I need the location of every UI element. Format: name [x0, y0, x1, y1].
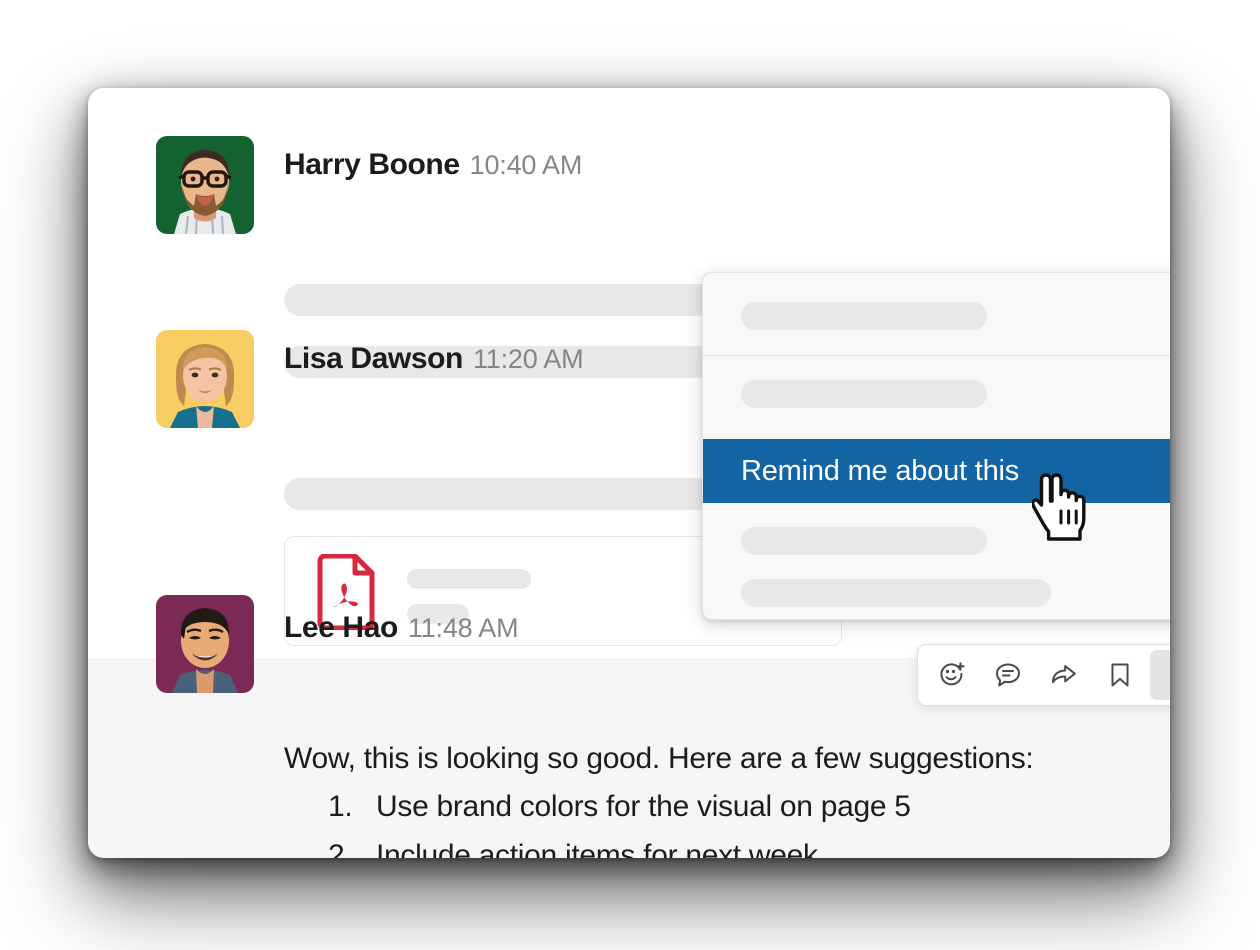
list-item: 2. Include action items for next week [284, 839, 1164, 858]
menu-item-placeholder[interactable] [703, 273, 1170, 351]
menu-skeleton-line [741, 527, 987, 555]
screenshot-stage: Harry Boone 10:40 AM Lisa Dawson 11:20 A… [0, 0, 1260, 950]
message-header-harry-boone: Harry Boone 10:40 AM [284, 148, 582, 182]
menu-skeleton-line [741, 302, 987, 330]
list-item: 1. Use brand colors for the visual on pag… [284, 790, 1164, 824]
save-bookmark-icon[interactable] [1094, 650, 1146, 700]
menu-item-label: Remind me about this [741, 454, 1020, 487]
message-card: Harry Boone 10:40 AM Lisa Dawson 11:20 A… [88, 88, 1170, 858]
message-timestamp: 10:40 AM [469, 150, 583, 180]
message-timestamp: 11:20 AM [472, 344, 584, 374]
menu-skeleton-line [741, 579, 1051, 607]
author-name: Lee Hao [284, 611, 398, 644]
attachment-skeleton-line [407, 569, 531, 589]
message-context-menu[interactable]: Remind me about this [702, 272, 1170, 620]
message-header-lisa-dawson: Lisa Dawson 11:20 AM [284, 342, 584, 376]
add-reaction-icon[interactable] [926, 650, 978, 700]
author-name: Lisa Dawson [284, 342, 463, 375]
menu-item-remind-me-about-this[interactable]: Remind me about this [703, 439, 1170, 503]
list-item-text: Include action items for next week [376, 839, 818, 858]
list-item-number: 2. [328, 839, 353, 858]
menu-item-placeholder[interactable] [703, 555, 1170, 619]
avatar-lisa-dawson[interactable] [156, 330, 254, 428]
message-action-toolbar[interactable] [917, 644, 1170, 706]
avatar-lee-hao[interactable] [156, 595, 254, 693]
message-timestamp: 11:48 AM [407, 613, 519, 643]
message-header-lee-hao: Lee Hao 11:48 AM [284, 611, 519, 645]
suggestions-list: 1. Use brand colors for the visual on pag… [284, 790, 1164, 858]
message-body-text: Wow, this is looking so good. Here are a… [284, 742, 1034, 775]
more-actions-icon[interactable] [1150, 650, 1170, 700]
menu-skeleton-line [741, 380, 987, 408]
forward-message-icon[interactable] [1038, 650, 1090, 700]
menu-item-placeholder[interactable] [703, 352, 1170, 430]
author-name: Harry Boone [284, 148, 460, 181]
reply-in-thread-icon[interactable] [982, 650, 1034, 700]
message-body-lee-hao: Wow, this is looking so good. Here are a… [284, 742, 1164, 858]
avatar-harry-boone[interactable] [156, 136, 254, 234]
list-item-number: 1. [328, 789, 353, 823]
list-item-text: Use brand colors for the visual on page … [376, 789, 911, 823]
